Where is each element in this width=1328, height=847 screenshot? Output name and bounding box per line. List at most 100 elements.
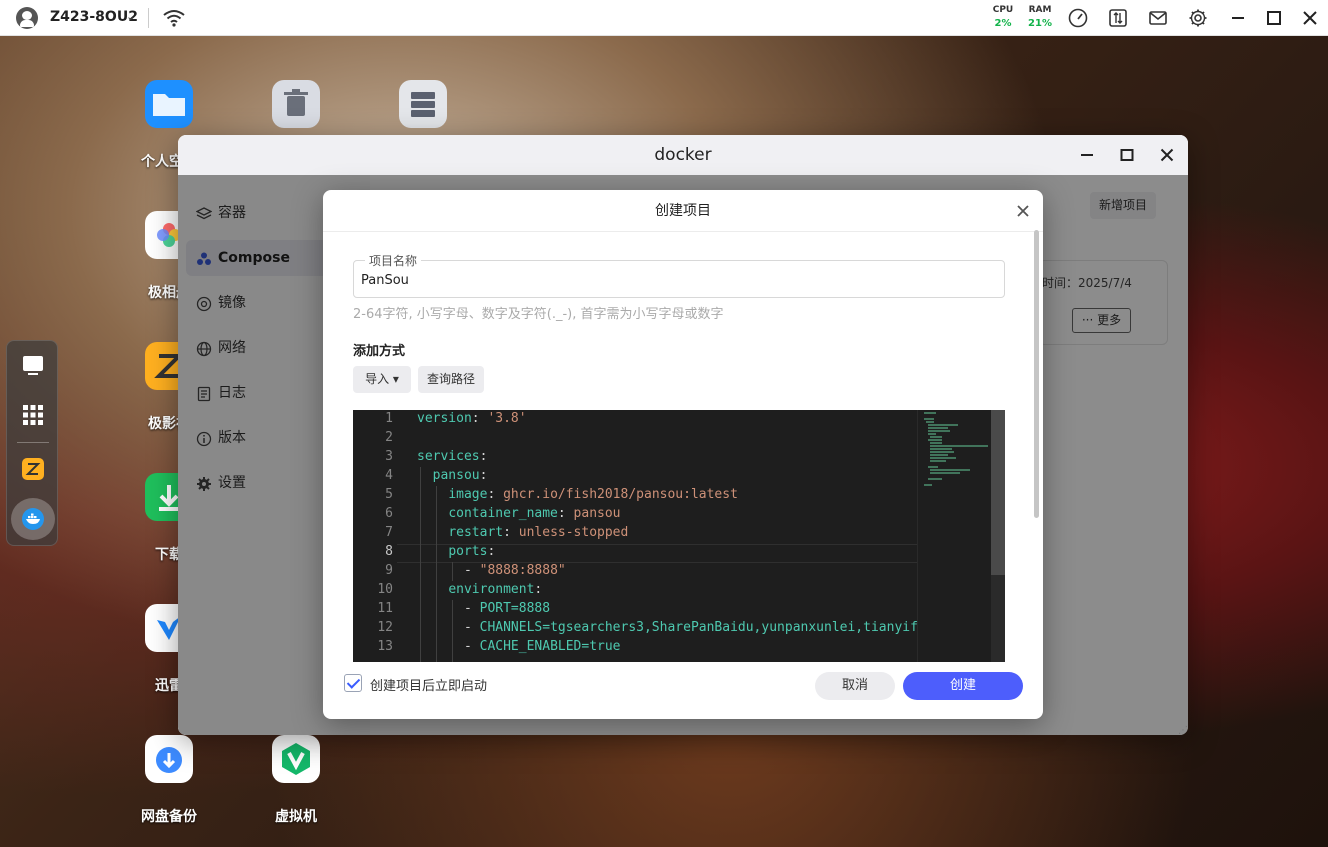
line-number: 4	[385, 468, 393, 483]
minimap-line	[928, 466, 938, 468]
minimap-line	[924, 484, 932, 486]
window-minimize-icon[interactable]	[1077, 145, 1097, 165]
autostart-label[interactable]: 创建项目后立即启动	[370, 675, 487, 694]
autostart-checkbox[interactable]	[344, 674, 362, 692]
minimap-line	[928, 427, 948, 429]
minimap-line	[924, 412, 936, 414]
compose-editor[interactable]: 1 version: '3.8' 2 3 services: 4 pansou: 5 ima…	[353, 410, 1005, 662]
query-path-button[interactable]: 查询路径	[418, 366, 484, 393]
compose-icon	[197, 252, 211, 265]
code-line: image: ghcr.io/fish2018/pansou:latest	[448, 487, 738, 502]
log-icon	[197, 386, 211, 402]
editor-minimap[interactable]	[917, 410, 991, 662]
create-project-dialog: 创建项目 项目名称 2-64字符, 小写字母、数字及字符(._-), 首字需为小…	[323, 190, 1043, 719]
line-number: 9	[385, 563, 393, 578]
code-line: pansou:	[432, 468, 488, 483]
dock	[6, 340, 58, 546]
minimap-line	[926, 421, 934, 423]
window-maximize-icon[interactable]	[1117, 145, 1137, 165]
line-number: 12	[377, 620, 393, 635]
line-number: 2	[385, 430, 393, 445]
create-button[interactable]: 创建	[903, 672, 1023, 700]
resize-handle[interactable]: ⋰	[1178, 725, 1188, 736]
code-line: - "8888:8888"	[463, 563, 566, 578]
desktop-icon[interactable]	[21, 353, 45, 377]
code-line: services:	[417, 449, 488, 464]
code-line: container_name: pansou	[448, 506, 621, 521]
add-project-button[interactable]: 新增项目	[1090, 192, 1156, 219]
minimap-line	[930, 442, 942, 444]
window-title: docker	[178, 135, 1188, 175]
apps-grid-icon[interactable]	[21, 403, 45, 427]
transfer-icon[interactable]	[1108, 8, 1128, 28]
top-bar: Z423-8OU2 ⌄ CPU 2% RAM 21%	[0, 0, 1328, 36]
server-icon[interactable]	[399, 80, 447, 128]
desktop-label-cloud-backup[interactable]: 网盘备份	[141, 806, 197, 826]
cloud-backup-icon[interactable]	[145, 735, 193, 783]
code-line: - PORT=8888	[463, 601, 551, 616]
code-line: - CHANNELS=tgsearchers3,SharePanBaidu,yu…	[463, 620, 926, 635]
minimap-line	[924, 418, 934, 420]
dialog-title: 创建项目	[323, 190, 1043, 232]
folder-icon[interactable]	[145, 80, 193, 128]
mail-icon[interactable]	[1148, 8, 1168, 28]
project-name-legend: 项目名称	[365, 252, 422, 269]
project-time: 时间：2025/7/4	[1042, 276, 1132, 290]
minimap-line	[928, 478, 942, 480]
minimap-line	[928, 433, 936, 435]
minimap-line	[930, 460, 946, 462]
ram-stat: RAM 21%	[1028, 5, 1052, 29]
speedometer-icon[interactable]	[1068, 8, 1088, 28]
vm-icon[interactable]	[272, 735, 320, 783]
window-close-icon[interactable]	[1157, 145, 1177, 165]
minimap-line	[928, 439, 942, 441]
minimize-icon[interactable]	[1228, 8, 1248, 28]
add-method-title: 添加方式	[353, 344, 406, 359]
gear-icon[interactable]	[1188, 8, 1208, 28]
video-app-icon[interactable]	[21, 457, 45, 481]
line-number: 1	[385, 411, 393, 426]
cpu-stat: CPU 2%	[992, 5, 1014, 29]
line-number: 5	[385, 487, 393, 502]
settings-icon	[197, 477, 211, 491]
line-number: 8	[385, 544, 393, 559]
minimap-line	[930, 436, 942, 438]
code-line: environment:	[448, 582, 543, 597]
project-name-hint: 2-64字符, 小写字母、数字及字符(._-), 首字需为小写字母或数字	[353, 307, 724, 322]
globe-icon	[196, 341, 212, 357]
hostname[interactable]: Z423-8OU2	[50, 9, 138, 25]
minimap-line	[928, 424, 958, 426]
desktop-label-personal[interactable]: 个人空	[141, 151, 183, 171]
import-dropdown-button[interactable]: 导入 ▾	[353, 366, 411, 393]
code-line: ports:	[448, 544, 496, 559]
minimap-line	[930, 445, 988, 447]
image-icon	[196, 296, 212, 312]
minimap-line	[930, 451, 954, 453]
user-avatar-icon[interactable]	[16, 7, 38, 29]
minimap-line	[930, 469, 970, 471]
docker-icon[interactable]	[21, 507, 45, 531]
cancel-button[interactable]: 取消	[815, 672, 895, 700]
trash-icon[interactable]	[272, 80, 320, 128]
dialog-close-icon[interactable]	[1013, 201, 1033, 221]
minimap-line	[930, 457, 956, 459]
dialog-scrollbar[interactable]	[1034, 230, 1039, 518]
wifi-icon[interactable]	[162, 8, 186, 28]
line-number: 10	[377, 582, 393, 597]
layers-icon	[196, 207, 212, 220]
code-line: - CACHE_ENABLED=true	[463, 639, 621, 654]
line-number: 13	[377, 639, 393, 654]
editor-scrollbar-thumb[interactable]	[991, 410, 1005, 575]
project-name-input[interactable]	[361, 272, 991, 288]
more-button[interactable]: ··· 更多	[1072, 308, 1131, 333]
line-number: 7	[385, 525, 393, 540]
chevron-down-icon[interactable]: ⌄	[126, 10, 135, 23]
minimap-line	[930, 472, 960, 474]
line-number: 6	[385, 506, 393, 521]
code-line: restart: unless-stopped	[448, 525, 629, 540]
info-icon	[196, 431, 212, 447]
close-icon[interactable]	[1300, 8, 1320, 28]
maximize-icon[interactable]	[1264, 8, 1284, 28]
divider	[17, 442, 49, 443]
desktop-label-vm[interactable]: 虚拟机	[275, 806, 317, 826]
